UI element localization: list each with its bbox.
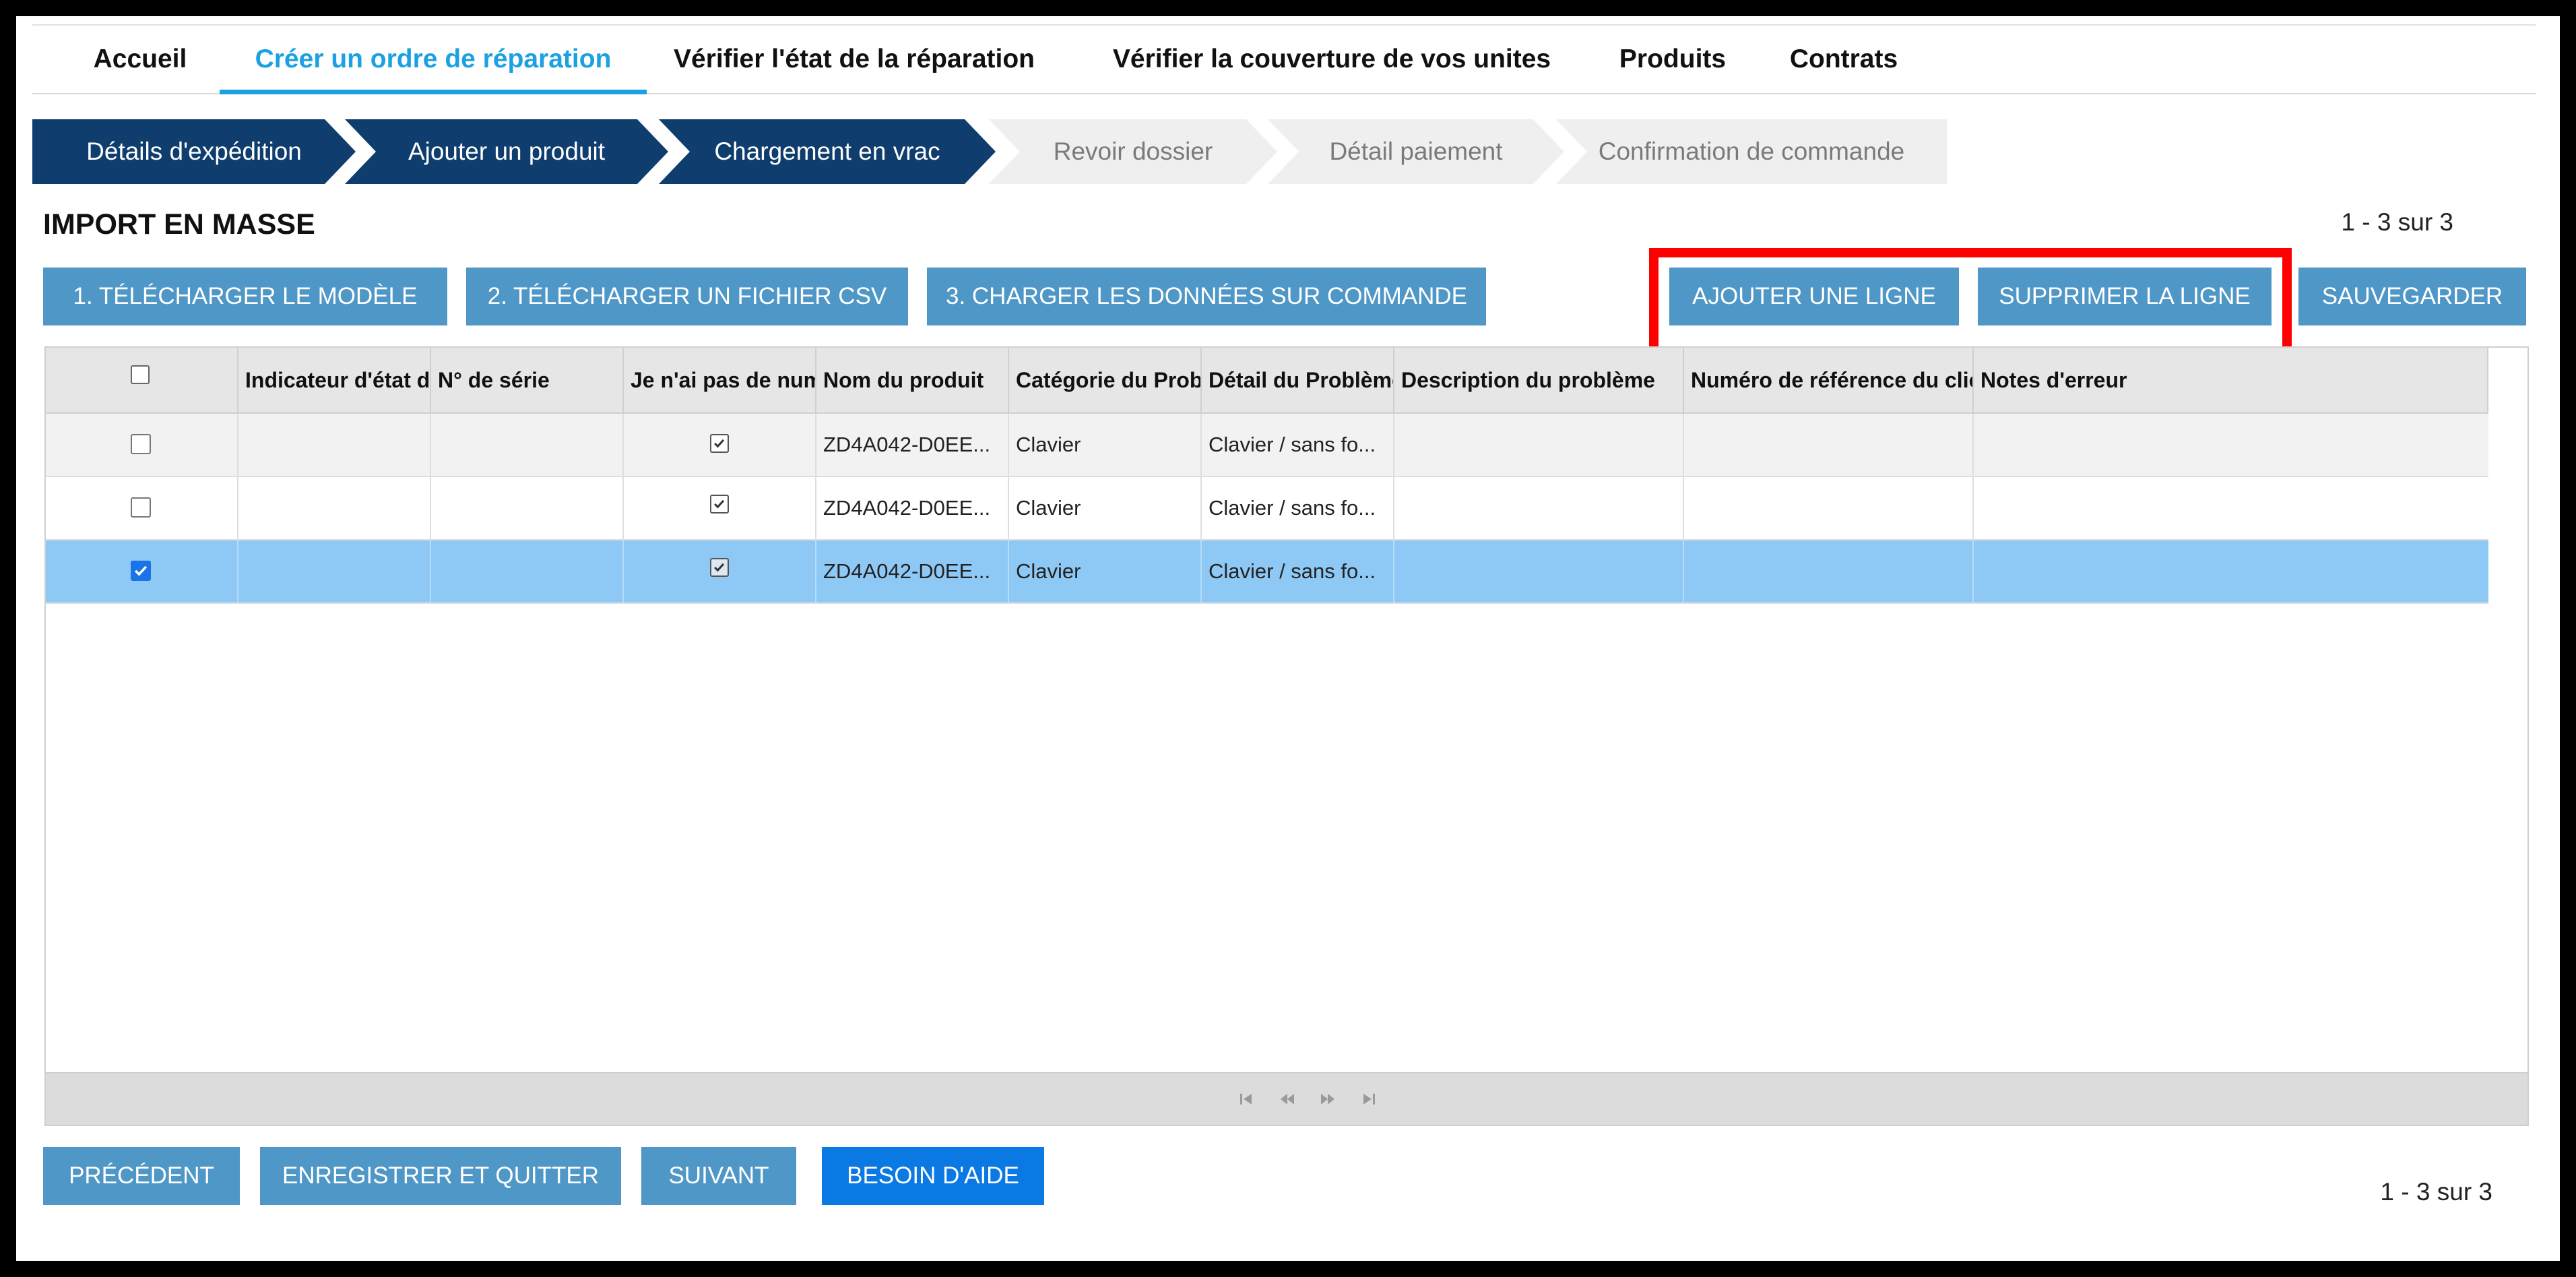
no-serial-checkbox[interactable]	[710, 495, 729, 513]
serial-cell[interactable]	[431, 414, 624, 476]
upload-csv-button[interactable]: 2. TÉLÉCHARGER UN FICHIER CSV	[466, 268, 908, 325]
nav-create-repair-order[interactable]: Créer un ordre de réparation	[220, 26, 647, 94]
detail-cell[interactable]: Clavier / sans fo...	[1202, 477, 1394, 539]
page-title: IMPORT EN MASSE	[43, 208, 315, 241]
checkmark-icon	[714, 499, 725, 509]
save-button[interactable]: SAUVEGARDER	[2298, 268, 2526, 325]
description-cell[interactable]	[1394, 414, 1684, 476]
status-cell[interactable]	[238, 540, 431, 602]
no-serial-cell	[624, 414, 816, 476]
category-cell[interactable]: Clavier	[1009, 477, 1202, 539]
header-status-indicator[interactable]: Indicateur d'état de	[238, 348, 431, 412]
checkmark-icon	[714, 439, 725, 448]
grid-header: Indicateur d'état de N° de série Je n'ai…	[46, 348, 2488, 414]
product-cell[interactable]: ZD4A042-D0EE...	[816, 540, 1009, 602]
product-cell[interactable]: ZD4A042-D0EE...	[816, 414, 1009, 476]
reference-cell[interactable]	[1684, 477, 1974, 539]
step-review: Revoir dossier	[989, 119, 1277, 184]
nav-accueil[interactable]: Accueil	[73, 26, 207, 93]
step-payment: Détail paiement	[1268, 119, 1564, 184]
product-cell[interactable]: ZD4A042-D0EE...	[816, 477, 1009, 539]
help-button[interactable]: BESOIN D'AIDE	[822, 1147, 1044, 1205]
serial-cell[interactable]	[431, 540, 624, 602]
header-problem-category[interactable]: Catégorie du Prob	[1009, 348, 1202, 412]
header-problem-description[interactable]: Description du problème	[1394, 348, 1684, 412]
header-serial-number[interactable]: N° de série	[431, 348, 624, 412]
table-row[interactable]: ZD4A042-D0EE... Clavier Clavier / sans f…	[46, 414, 2488, 477]
no-serial-checkbox[interactable]	[710, 558, 729, 577]
detail-cell[interactable]: Clavier / sans fo...	[1202, 414, 1394, 476]
nav-check-coverage[interactable]: Vérifier la couverture de vos unites	[1093, 26, 1571, 93]
previous-button[interactable]: PRÉCÉDENT	[43, 1147, 240, 1205]
header-product-name[interactable]: Nom du produit	[816, 348, 1009, 412]
last-page-icon[interactable]	[1359, 1091, 1377, 1107]
pager-info-top: 1 - 3 sur 3	[2341, 208, 2453, 236]
detail-cell[interactable]: Clavier / sans fo...	[1202, 540, 1394, 602]
step-confirmation: Confirmation de commande	[1556, 119, 1947, 184]
row-checkbox-checked[interactable]	[131, 561, 151, 581]
row-select-cell	[46, 540, 238, 602]
reference-cell[interactable]	[1684, 414, 1974, 476]
header-problem-detail[interactable]: Détail du Problème	[1202, 348, 1394, 412]
bulk-import-grid: Indicateur d'état de N° de série Je n'ai…	[44, 346, 2529, 1126]
row-select-cell	[46, 414, 238, 476]
no-serial-cell	[624, 477, 816, 539]
select-all-checkbox[interactable]	[131, 365, 150, 384]
step-shipping-details[interactable]: Détails d'expédition	[32, 119, 356, 184]
nav-check-repair-status[interactable]: Vérifier l'état de la réparation	[666, 26, 1043, 93]
step-add-product[interactable]: Ajouter un produit	[345, 119, 668, 184]
notes-cell	[1974, 414, 2488, 476]
app-frame: Accueil Créer un ordre de réparation Vér…	[16, 16, 2560, 1261]
save-and-quit-button[interactable]: ENREGISTRER ET QUITTER	[260, 1147, 621, 1205]
serial-cell[interactable]	[431, 477, 624, 539]
table-row[interactable]: ZD4A042-D0EE... Clavier Clavier / sans f…	[46, 477, 2488, 540]
download-template-button[interactable]: 1. TÉLÉCHARGER LE MODÈLE	[43, 268, 447, 325]
pager-info-bottom: 1 - 3 sur 3	[2380, 1178, 2492, 1206]
description-cell[interactable]	[1394, 540, 1684, 602]
row-select-cell	[46, 477, 238, 539]
highlight-annotation-box	[1649, 248, 2292, 359]
status-cell[interactable]	[238, 414, 431, 476]
grid-pager	[46, 1072, 2527, 1125]
row-checkbox[interactable]	[131, 497, 151, 518]
first-page-icon[interactable]	[1238, 1091, 1256, 1107]
notes-cell	[1974, 540, 2488, 602]
row-checkbox[interactable]	[131, 434, 151, 454]
notes-cell	[1974, 477, 2488, 539]
reference-cell[interactable]	[1684, 540, 1974, 602]
next-button[interactable]: SUIVANT	[641, 1147, 796, 1205]
category-cell[interactable]: Clavier	[1009, 414, 1202, 476]
category-cell[interactable]: Clavier	[1009, 540, 1202, 602]
wizard-steps: Détails d'expédition Ajouter un produit …	[32, 119, 2188, 184]
header-customer-reference[interactable]: Numéro de référence du clie	[1684, 348, 1974, 412]
header-error-notes[interactable]: Notes d'erreur	[1974, 348, 2488, 412]
status-cell[interactable]	[238, 477, 431, 539]
no-serial-checkbox[interactable]	[710, 434, 729, 453]
checkmark-icon	[714, 563, 725, 572]
header-no-serial[interactable]: Je n'ai pas de num	[624, 348, 816, 412]
nav-products[interactable]: Produits	[1609, 26, 1737, 93]
header-select-all	[46, 348, 238, 412]
prev-page-icon[interactable]	[1279, 1091, 1296, 1107]
next-page-icon[interactable]	[1319, 1091, 1337, 1107]
nav-contracts[interactable]: Contrats	[1780, 26, 1908, 93]
description-cell[interactable]	[1394, 477, 1684, 539]
table-row-selected[interactable]: ZD4A042-D0EE... Clavier Clavier / sans f…	[46, 540, 2488, 604]
top-nav: Accueil Créer un ordre de réparation Vér…	[32, 24, 2536, 94]
load-data-button[interactable]: 3. CHARGER LES DONNÉES SUR COMMANDE	[927, 268, 1486, 325]
checkmark-icon	[134, 565, 148, 576]
step-bulk-load[interactable]: Chargement en vrac	[659, 119, 996, 184]
no-serial-cell	[624, 540, 816, 602]
